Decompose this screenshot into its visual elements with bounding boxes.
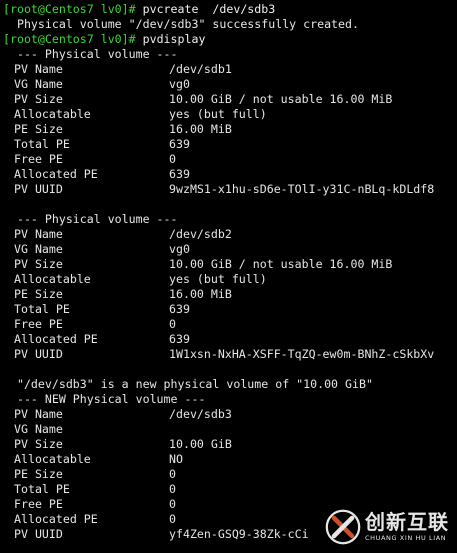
- terminal-window[interactable]: [root@Centos7 lv0]# pvcreate /dev/sdb3 P…: [0, 0, 457, 553]
- creative-x-logo-icon: [325, 509, 361, 545]
- field-value: 0: [169, 497, 176, 511]
- field-value: NO: [169, 452, 183, 466]
- field-key: Free PE: [14, 497, 63, 511]
- field-value: 639: [169, 302, 190, 316]
- pv-field-row: VG Name vg0: [3, 77, 457, 92]
- pv-field-row: Allocatable yes (but full): [3, 107, 457, 122]
- pvcreate-command: pvcreate /dev/sdb3: [135, 2, 276, 16]
- field-value: 639: [169, 137, 190, 151]
- field-key: Free PE: [14, 152, 63, 166]
- pvcreate-output: Physical volume "/dev/sdb3" successfully…: [3, 17, 359, 31]
- field-value: yes (but full): [169, 272, 267, 286]
- field-value: 10.00 GiB / not usable 16.00 MiB: [169, 257, 393, 271]
- field-key: PE Size: [14, 287, 63, 301]
- pv-field-row: Free PE 0: [3, 317, 457, 332]
- field-value: yes (but full): [169, 107, 267, 121]
- new-pv-message: "/dev/sdb3" is a new physical volume of …: [3, 377, 373, 391]
- field-value: 10.00 GiB: [169, 437, 232, 451]
- field-key: PE Size: [14, 122, 63, 136]
- watermark-title: 创新互联: [365, 510, 449, 535]
- field-value: 639: [169, 167, 190, 181]
- field-value: yf4Zen-GSQ9-38Zk-cCi: [169, 527, 309, 541]
- pv-field-row: PV UUID 9wzMS1-x1hu-sD6e-TOlI-y31C-nBLq-k…: [3, 182, 457, 197]
- field-value: 16.00 MiB: [169, 287, 232, 301]
- pv-field-row: Allocated PE 639: [3, 332, 457, 347]
- pv-field-row: Total PE 639: [3, 137, 457, 152]
- pv-field-row: PV UUID 1W1xsn-NxHA-XSFF-TqZQ-ew0m-BNhZ-c…: [3, 347, 457, 362]
- field-value: /dev/sdb3: [169, 407, 232, 421]
- command-line-2: [root@Centos7 lv0]# pvdisplay: [3, 32, 457, 47]
- field-value: 0: [169, 317, 176, 331]
- field-key: Allocated PE: [14, 512, 98, 526]
- pv-field-row: Total PE 0: [3, 482, 457, 497]
- field-key: PV Size: [14, 92, 63, 106]
- shell-prompt: [root@Centos7 lv0]#: [3, 32, 136, 46]
- field-key: PV UUID: [14, 182, 63, 196]
- field-key: Free PE: [14, 317, 63, 331]
- field-key: PV Name: [14, 407, 63, 421]
- pv3-header: --- NEW Physical volume ---: [3, 392, 206, 406]
- pv-field-row: Allocated PE 639: [3, 167, 457, 182]
- pv-field-row: Free PE 0: [3, 152, 457, 167]
- pv-field-row: VG Name: [3, 422, 457, 437]
- field-value: 0: [169, 152, 176, 166]
- field-key: PV Name: [14, 227, 63, 241]
- pv-field-row: VG Name vg0: [3, 242, 457, 257]
- pv-field-row: PV Name/dev/sdb3: [3, 407, 457, 422]
- field-key: Allocatable: [14, 107, 91, 121]
- field-key: VG Name: [14, 242, 63, 256]
- field-key: Total PE: [14, 482, 70, 496]
- field-key: Allocatable: [14, 272, 91, 286]
- field-key: PV UUID: [14, 527, 63, 541]
- shell-prompt: [root@Centos7 lv0]#: [3, 2, 136, 16]
- field-value: 10.00 GiB / not usable 16.00 MiB: [169, 92, 393, 106]
- pvdisplay-command: pvdisplay: [135, 32, 206, 46]
- field-key: PV Name: [14, 62, 63, 76]
- pv-field-row: PV Name/dev/sdb2: [3, 227, 457, 242]
- pv-field-row: Total PE 639: [3, 302, 457, 317]
- field-value: 0: [169, 512, 176, 526]
- pv-field-row: PV Size 10.00 GiB / not usable 16.00 MiB: [3, 92, 457, 107]
- pv-field-row: PV Size 10.00 GiB: [3, 437, 457, 452]
- field-value: 0: [169, 467, 176, 481]
- field-value: /dev/sdb1: [169, 62, 232, 76]
- field-key: VG Name: [14, 422, 63, 436]
- pv-field-row: PE Size 16.00 MiB: [3, 122, 457, 137]
- field-key: PV Size: [14, 257, 63, 271]
- field-value: 639: [169, 332, 190, 346]
- field-key: VG Name: [14, 77, 63, 91]
- field-value: 0: [169, 482, 176, 496]
- pv-field-row: PV Size 10.00 GiB / not usable 16.00 MiB: [3, 257, 457, 272]
- pv1-header: --- Physical volume ---: [3, 47, 178, 61]
- field-value: 9wzMS1-x1hu-sD6e-TOlI-y31C-nBLq-kDLdf8: [169, 182, 435, 196]
- field-value: /dev/sdb2: [169, 227, 232, 241]
- field-key: Total PE: [14, 137, 70, 151]
- watermark: 创新互联 CHUANG XIN HU LIAN: [325, 509, 449, 545]
- field-key: Allocated PE: [14, 332, 98, 346]
- field-value: vg0: [169, 77, 190, 91]
- pv-field-row: PE Size 0: [3, 467, 457, 482]
- pv2-header: --- Physical volume ---: [3, 212, 178, 226]
- field-value: 16.00 MiB: [169, 122, 232, 136]
- watermark-subtitle: CHUANG XIN HU LIAN: [365, 534, 447, 543]
- pv1-fields: PV Name/dev/sdb1 VG Name vg0 PV Size 10.00 G…: [3, 62, 457, 197]
- pv-field-row: PE Size 16.00 MiB: [3, 287, 457, 302]
- pv-field-row: PV Name/dev/sdb1: [3, 62, 457, 77]
- field-value: vg0: [169, 242, 190, 256]
- field-key: PV Size: [14, 437, 63, 451]
- pv2-fields: PV Name/dev/sdb2 VG Name vg0 PV Size 10.00 G…: [3, 227, 457, 362]
- field-value: 1W1xsn-NxHA-XSFF-TqZQ-ew0m-BNhZ-cSkbXv: [169, 347, 435, 361]
- pv-field-row: Allocatable NO: [3, 452, 457, 467]
- field-key: Total PE: [14, 302, 70, 316]
- field-key: PE Size: [14, 467, 63, 481]
- command-line-1: [root@Centos7 lv0]# pvcreate /dev/sdb3: [3, 2, 457, 17]
- pv-field-row: Allocatable yes (but full): [3, 272, 457, 287]
- field-key: Allocated PE: [14, 167, 98, 181]
- field-key: Allocatable: [14, 452, 91, 466]
- field-key: PV UUID: [14, 347, 63, 361]
